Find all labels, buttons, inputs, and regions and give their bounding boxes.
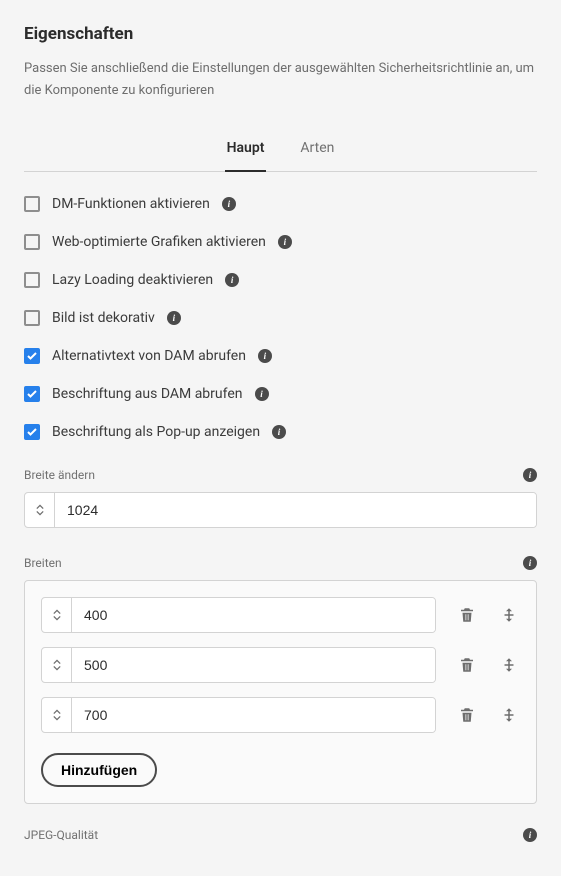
info-icon[interactable]: i [258, 349, 272, 363]
check-lazy-row: Lazy Loading deaktivieren i [24, 272, 537, 288]
tab-bar: Haupt Arten [24, 130, 537, 172]
resize-input[interactable] [55, 493, 536, 527]
width-row [41, 697, 520, 733]
info-icon[interactable]: i [523, 468, 537, 482]
jpeg-label: JPEG-Qualität [24, 828, 98, 842]
resize-input-wrap [24, 492, 537, 528]
delete-button[interactable] [456, 704, 478, 726]
reorder-button[interactable] [498, 704, 520, 726]
info-icon[interactable]: i [255, 387, 269, 401]
chevron-down-icon [53, 615, 61, 621]
reorder-icon [500, 706, 518, 724]
check-web-row: Web-optimierte Grafiken aktivieren i [24, 234, 537, 250]
reorder-icon [500, 606, 518, 624]
tab-types[interactable]: Arten [298, 130, 336, 172]
page-description: Passen Sie anschließend die Einstellunge… [24, 58, 537, 102]
trash-icon [458, 706, 476, 724]
delete-button[interactable] [456, 604, 478, 626]
page-title: Eigenschaften [24, 24, 537, 44]
check-caption[interactable] [24, 386, 40, 402]
chevron-down-icon [53, 665, 61, 671]
widths-list: Hinzufügen [24, 580, 537, 804]
check-dm[interactable] [24, 196, 40, 212]
check-decor[interactable] [24, 310, 40, 326]
delete-button[interactable] [456, 654, 478, 676]
stepper[interactable] [25, 493, 55, 527]
width-input[interactable] [72, 698, 435, 732]
chevron-down-icon [53, 715, 61, 721]
width-input[interactable] [72, 598, 435, 632]
stepper[interactable] [42, 598, 72, 632]
check-decor-label: Bild ist dekorativ [52, 310, 155, 326]
check-popup-label: Beschriftung als Pop-up anzeigen [52, 424, 260, 440]
width-input[interactable] [72, 648, 435, 682]
trash-icon [458, 656, 476, 674]
info-icon[interactable]: i [222, 197, 236, 211]
check-dm-label: DM-Funktionen aktivieren [52, 196, 210, 212]
info-icon[interactable]: i [272, 425, 286, 439]
info-icon[interactable]: i [225, 273, 239, 287]
check-popup[interactable] [24, 424, 40, 440]
info-icon[interactable]: i [167, 311, 181, 325]
reorder-button[interactable] [498, 604, 520, 626]
stepper[interactable] [42, 698, 72, 732]
check-lazy-label: Lazy Loading deaktivieren [52, 272, 213, 288]
trash-icon [458, 606, 476, 624]
check-dm-row: DM-Funktionen aktivieren i [24, 196, 537, 212]
check-popup-row: Beschriftung als Pop-up anzeigen i [24, 424, 537, 440]
check-lazy[interactable] [24, 272, 40, 288]
widths-label: Breiten [24, 556, 62, 570]
reorder-button[interactable] [498, 654, 520, 676]
info-icon[interactable]: i [523, 828, 537, 842]
check-alt[interactable] [24, 348, 40, 364]
check-alt-label: Alternativtext von DAM abrufen [52, 348, 246, 364]
info-icon[interactable]: i [523, 556, 537, 570]
check-decor-row: Bild ist dekorativ i [24, 310, 537, 326]
resize-label: Breite ändern [24, 468, 95, 482]
tab-main[interactable]: Haupt [225, 130, 267, 172]
check-alt-row: Alternativtext von DAM abrufen i [24, 348, 537, 364]
check-web-label: Web-optimierte Grafiken aktivieren [52, 234, 266, 250]
width-row [41, 647, 520, 683]
check-web[interactable] [24, 234, 40, 250]
add-button[interactable]: Hinzufügen [41, 753, 157, 787]
check-caption-label: Beschriftung aus DAM abrufen [52, 386, 243, 402]
check-caption-row: Beschriftung aus DAM abrufen i [24, 386, 537, 402]
reorder-icon [500, 656, 518, 674]
stepper[interactable] [42, 648, 72, 682]
width-row [41, 597, 520, 633]
info-icon[interactable]: i [278, 235, 292, 249]
chevron-down-icon [36, 510, 44, 516]
